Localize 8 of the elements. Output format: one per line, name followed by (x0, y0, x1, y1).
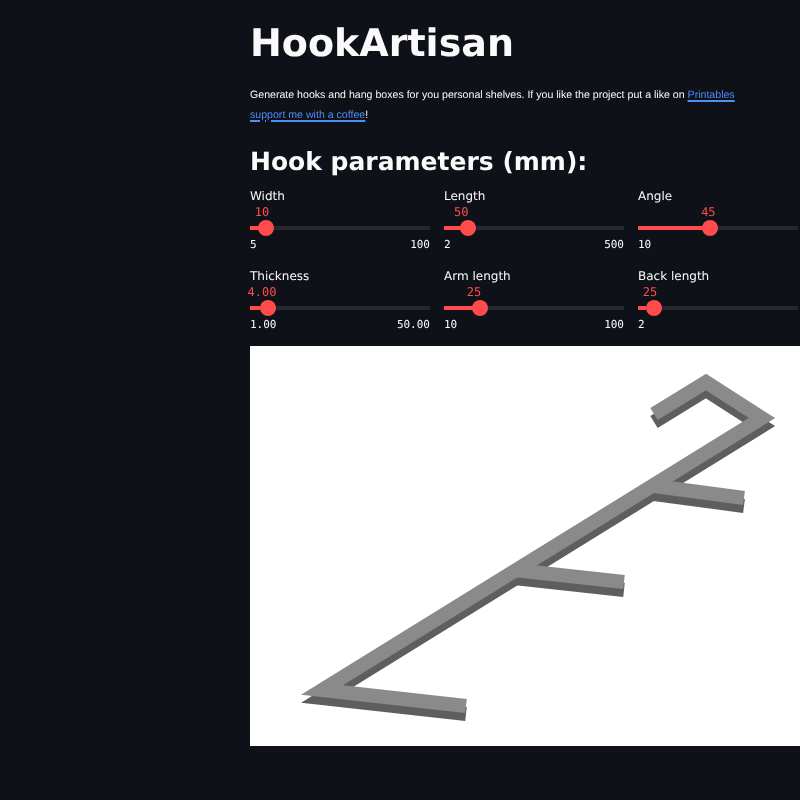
app-title: HookArtisan (250, 20, 516, 68)
slider-thumb[interactable] (645, 300, 662, 316)
section-title: Hook parameters (mm): (250, 146, 590, 178)
slider-thumb[interactable] (471, 300, 488, 316)
slider-thumb[interactable] (701, 220, 718, 236)
slider-thumb[interactable] (459, 220, 476, 236)
slider-thumb[interactable] (260, 300, 276, 316)
slider-thumb[interactable] (258, 220, 275, 236)
